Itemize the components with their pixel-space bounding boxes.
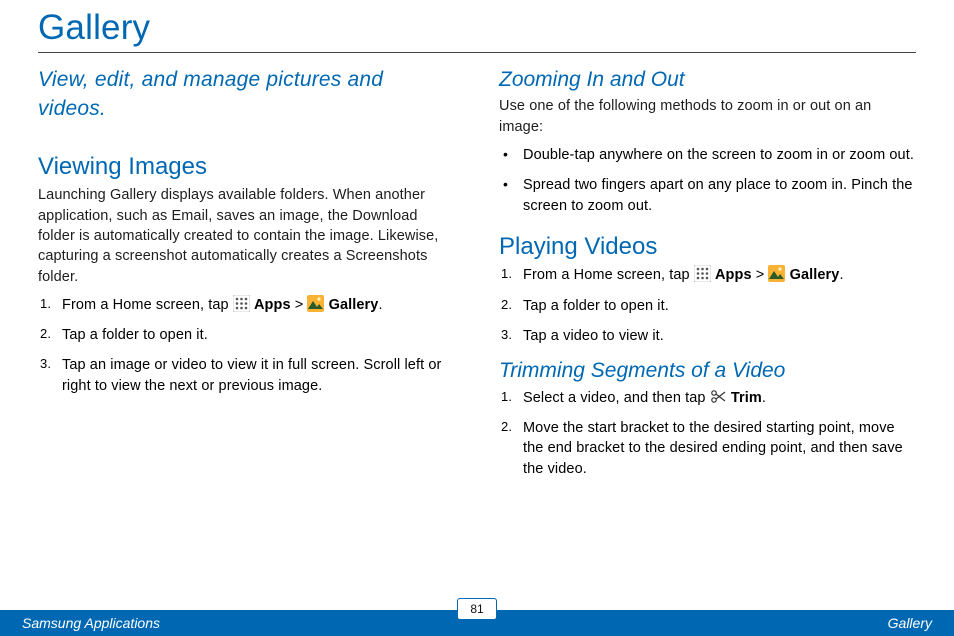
gt-separator: > <box>291 297 308 313</box>
viewing-images-steps: From a Home screen, tap Apps > Gallery. … <box>38 295 455 396</box>
apps-icon <box>694 265 711 282</box>
apps-label: Apps <box>715 267 752 283</box>
gallery-icon <box>768 265 785 282</box>
list-item: Tap a folder to open it. <box>38 325 455 345</box>
apps-label: Apps <box>254 297 291 313</box>
step-text: From a Home screen, tap <box>62 297 233 313</box>
heading-zooming: Zooming In and Out <box>499 65 916 94</box>
list-item: From a Home screen, tap Apps > Gallery. <box>499 265 916 285</box>
page-number: 81 <box>470 602 483 616</box>
gallery-label: Gallery <box>790 267 840 283</box>
list-item: Select a video, and then tap Trim. <box>499 388 916 408</box>
title-rule <box>38 52 916 53</box>
step-post: . <box>762 390 766 406</box>
section-subtitle: View, edit, and manage pictures and vide… <box>38 65 455 124</box>
list-item: From a Home screen, tap Apps > Gallery. <box>38 295 455 315</box>
list-item: Tap an image or video to view it in full… <box>38 355 455 396</box>
list-item: Tap a folder to open it. <box>499 296 916 316</box>
two-column-layout: View, edit, and manage pictures and vide… <box>38 65 916 489</box>
heading-trimming: Trimming Segments of a Video <box>499 356 916 385</box>
list-item: Move the start bracket to the desired st… <box>499 418 916 479</box>
footer-left: Samsung Applications <box>22 615 160 631</box>
gt-separator: > <box>752 267 769 283</box>
list-item: Spread two fingers apart on any place to… <box>499 175 916 216</box>
playing-videos-steps: From a Home screen, tap Apps > Gallery. … <box>499 265 916 346</box>
page-content: Gallery View, edit, and manage pictures … <box>0 0 954 489</box>
heading-viewing-images: Viewing Images <box>38 150 455 184</box>
step-post: . <box>378 297 382 313</box>
page-number-badge: 81 <box>457 598 497 620</box>
zoom-bullets: Double-tap anywhere on the screen to zoo… <box>499 145 916 216</box>
footer-right: Gallery <box>888 615 932 631</box>
list-item: Tap a video to view it. <box>499 326 916 346</box>
heading-playing-videos: Playing Videos <box>499 230 916 264</box>
list-item: Double-tap anywhere on the screen to zoo… <box>499 145 916 165</box>
gallery-label: Gallery <box>329 297 379 313</box>
step-post: . <box>839 267 843 283</box>
body-viewing-images: Launching Gallery displays available fol… <box>38 185 455 286</box>
left-column: View, edit, and manage pictures and vide… <box>38 65 455 489</box>
step-text: Select a video, and then tap <box>523 390 710 406</box>
scissors-icon <box>710 388 727 405</box>
apps-icon <box>233 295 250 312</box>
body-zooming: Use one of the following methods to zoom… <box>499 96 916 137</box>
page-footer: Samsung Applications 81 Gallery <box>0 610 954 636</box>
trim-label: Trim <box>731 390 762 406</box>
page-title: Gallery <box>38 8 916 52</box>
trimming-steps: Select a video, and then tap Trim. Move … <box>499 388 916 479</box>
right-column: Zooming In and Out Use one of the follow… <box>499 65 916 489</box>
step-text: From a Home screen, tap <box>523 267 694 283</box>
gallery-icon <box>307 295 324 312</box>
